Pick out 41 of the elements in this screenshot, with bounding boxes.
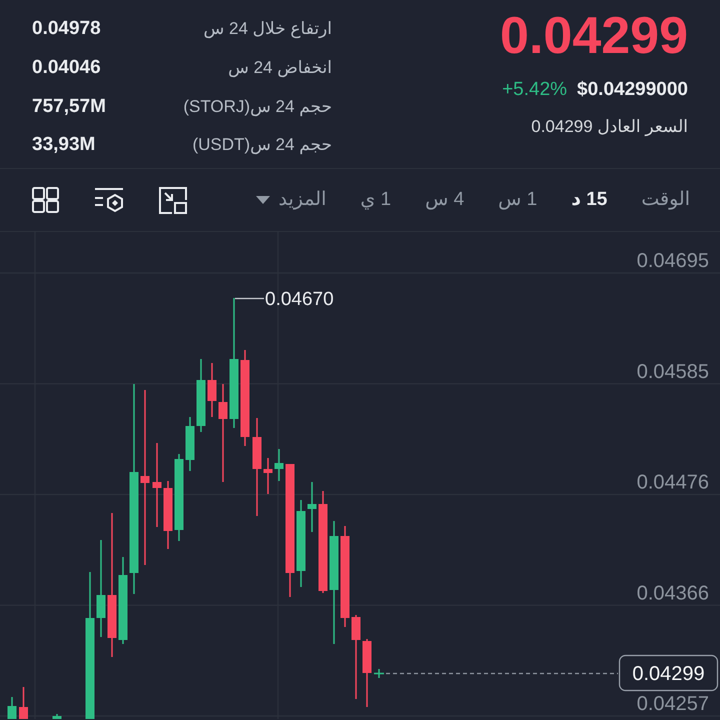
high-price-label: 0.04670	[265, 289, 334, 310]
rising-candle	[186, 417, 194, 471]
stat-value: 0.04978	[32, 17, 102, 41]
list-hexagon-icon[interactable]	[94, 187, 124, 213]
interval-tab[interactable]: 15 د	[571, 187, 608, 213]
stat-label: حجم 24 س(STORJ)	[183, 96, 332, 118]
axis-label: 0.04366	[636, 582, 709, 604]
last-price-tag: 0.04299	[618, 654, 718, 692]
falling-candle	[208, 363, 216, 417]
falling-candle	[264, 458, 272, 494]
stat-value: 757,57M	[32, 94, 106, 118]
time-label: الوقت	[641, 188, 690, 212]
axis-label: 0.04695	[636, 250, 709, 272]
interval-tab[interactable]: 1 ي	[360, 187, 392, 213]
usd-price: $0.04299000	[577, 78, 688, 102]
last-price: 0.04299	[500, 8, 688, 64]
stat-value: 33,93M	[32, 133, 96, 158]
interval-tab[interactable]: 1 س	[498, 187, 538, 213]
stat-label: ارتفاع خلال 24 س	[204, 18, 332, 40]
fair-price: السعر العادل 0.04299	[531, 117, 688, 136]
rising-candle	[308, 482, 316, 532]
grid-icon[interactable]	[32, 187, 59, 213]
axis-label: 0.04257	[636, 693, 709, 715]
rising-candle	[52, 714, 62, 719]
leader-line	[235, 298, 264, 300]
rising-candle	[8, 697, 16, 719]
falling-candle	[164, 481, 172, 549]
falling-candle	[19, 687, 28, 719]
corner-arrow-icon[interactable]	[159, 186, 187, 214]
axis-label: 0.04476	[636, 472, 709, 494]
stat-value: 0.04046	[32, 56, 102, 80]
interval-tab[interactable]: 4 س	[425, 187, 464, 213]
rising-candle	[274, 449, 284, 481]
falling-candle	[362, 639, 372, 707]
caret-icon	[256, 196, 270, 204]
plus-icon	[374, 669, 384, 678]
price-change: +5.42%	[502, 78, 568, 102]
stat-label: حجم 24 س(USDT)	[192, 134, 332, 156]
more-dropdown[interactable]: المزيد	[256, 187, 326, 213]
stat-label: انخفاض 24 س	[228, 56, 332, 80]
axis-label: 0.04585	[636, 360, 709, 383]
